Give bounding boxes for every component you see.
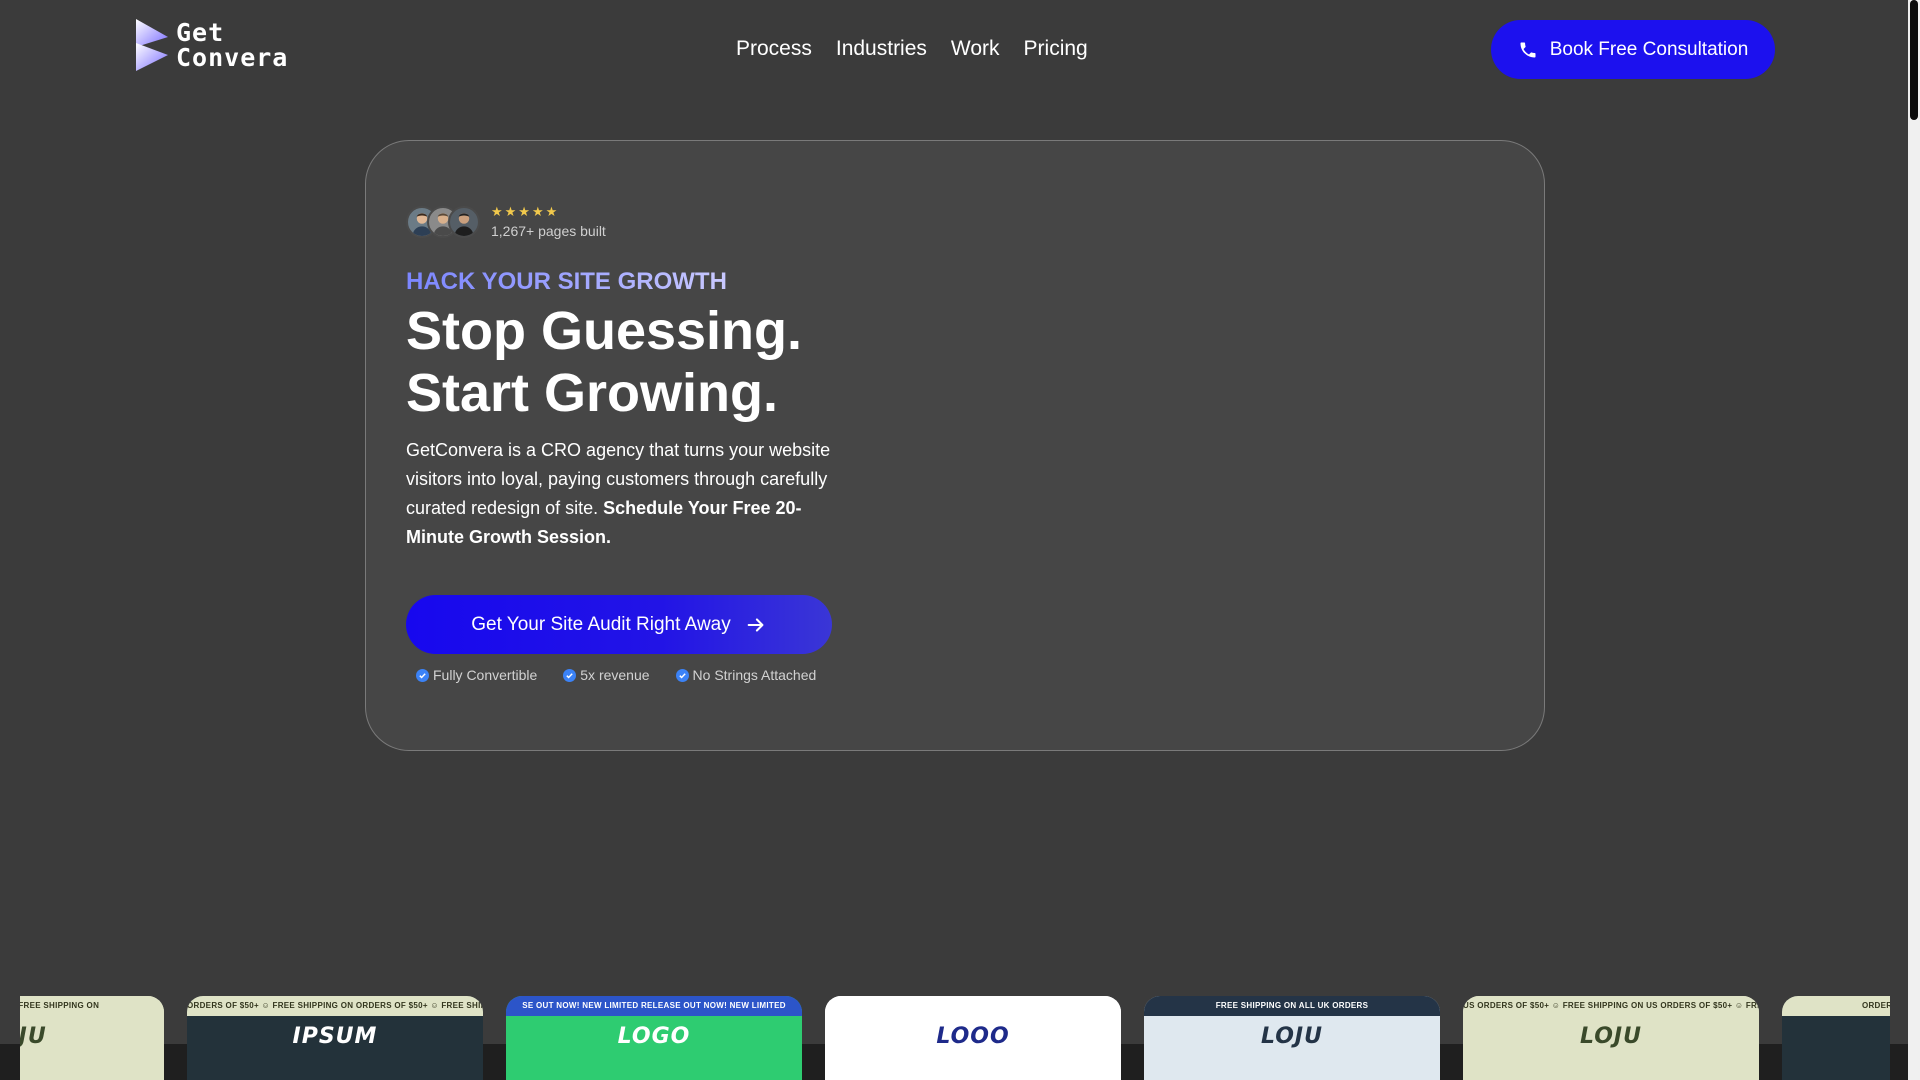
scrollbar-thumb[interactable] bbox=[1910, 0, 1918, 120]
hero-eyebrow: HACK YOUR SITE GROWTH bbox=[406, 268, 727, 295]
portfolio-thumbnail[interactable]: LOOO bbox=[825, 996, 1121, 1080]
nav-industries[interactable]: Industries bbox=[836, 36, 927, 62]
arrow-right-icon bbox=[747, 617, 764, 632]
main-nav: Process Industries Work Pricing bbox=[736, 36, 1088, 62]
nav-work[interactable]: Work bbox=[951, 36, 1000, 62]
benefit-label: No Strings Attached bbox=[692, 667, 817, 683]
site-audit-label: Get Your Site Audit Right Away bbox=[471, 613, 731, 635]
thumbnail-ticker: FREE SHIPPING ON ALL UK ORDERS bbox=[1144, 996, 1440, 1016]
logo-play-icon bbox=[136, 19, 168, 71]
thumbnail-body: LOOO bbox=[825, 1016, 1121, 1080]
portfolio-thumbnail[interactable]: ORDERS OF $50+ ☺ FREE SHIPPL bbox=[1782, 996, 1890, 1080]
social-proof: ★★★★★ 1,267+ pages built bbox=[406, 204, 606, 240]
benefit-item: Fully Convertible bbox=[416, 667, 537, 683]
portfolio-thumbnail[interactable]: SE OUT NOW! NEW LIMITED RELEASE OUT NOW!… bbox=[506, 996, 802, 1080]
avatar bbox=[448, 206, 480, 238]
check-icon bbox=[675, 668, 689, 682]
thumbnail-brand: LOOO bbox=[936, 1024, 1010, 1049]
thumbnail-body: LOJU bbox=[1463, 1016, 1759, 1080]
headline-line-1: Stop Guessing. bbox=[406, 301, 803, 361]
thumbnail-body: IPSUM bbox=[187, 1016, 483, 1080]
thumbnail-ticker: US ORDERS OF $50+ ☺ FREE SHIPPING ON US … bbox=[1463, 996, 1759, 1016]
benefit-item: 5x revenue bbox=[563, 667, 650, 683]
benefit-list: Fully Convertible 5x revenue No Strings … bbox=[416, 667, 816, 683]
benefit-label: Fully Convertible bbox=[433, 667, 538, 683]
thumbnail-brand: LOGO bbox=[617, 1024, 691, 1049]
thumbnail-ticker: ORDERS OF $50+ ☺ FREE SHIPPING ON ORDERS… bbox=[187, 996, 483, 1016]
thumbnail-ticker bbox=[825, 996, 1121, 1016]
benefit-item: No Strings Attached bbox=[675, 667, 817, 683]
logo-wordmark: Get Convera bbox=[176, 20, 288, 70]
nav-process[interactable]: Process bbox=[736, 36, 812, 62]
nav-pricing[interactable]: Pricing bbox=[1024, 36, 1088, 62]
scrollbar[interactable] bbox=[1908, 0, 1920, 1080]
proof-text: ★★★★★ 1,267+ pages built bbox=[491, 204, 606, 240]
book-consultation-label: Book Free Consultation bbox=[1549, 38, 1749, 60]
hero-headline: Stop Guessing. Start Growing. bbox=[406, 300, 802, 424]
portfolio-thumbnail[interactable]: US ORDERS OF $50+ ☺ FREE SHIPPING ON US … bbox=[1463, 996, 1759, 1080]
portfolio-thumbnail[interactable]: ORDERS OF $50+ ☺ FREE SHIPPING ON ORDERS… bbox=[187, 996, 483, 1080]
logo-line-2: Convera bbox=[176, 43, 289, 72]
hero-description: GetConvera is a CRO agency that turns yo… bbox=[406, 436, 844, 552]
thumbnail-brand: LOJU bbox=[1580, 1024, 1642, 1049]
thumbnail-brand: LOJU bbox=[1261, 1024, 1323, 1049]
benefit-label: 5x revenue bbox=[580, 667, 650, 683]
thumbnail-ticker: ORDERS OF $50+ ☺ FREE SHIPP bbox=[1782, 996, 1890, 1016]
star-rating: ★★★★★ bbox=[491, 204, 560, 219]
thumbnail-body: LIJJU bbox=[20, 1016, 164, 1080]
thumbnail-brand: LIJJU bbox=[20, 1024, 47, 1049]
site-header: Get Convera Process Industries Work Pric… bbox=[0, 0, 1908, 98]
logo-line-1: Get bbox=[176, 18, 225, 47]
phone-icon bbox=[1520, 42, 1536, 57]
thumbnail-ticker: ORDERS OF $50+ ☺ FREE SHIPPING ON bbox=[20, 996, 164, 1016]
thumbnail-body: LOJU bbox=[1144, 1016, 1440, 1080]
portfolio-thumbnail[interactable]: ORDERS OF $50+ ☺ FREE SHIPPING ON LIJJU bbox=[20, 996, 164, 1080]
headline-line-2: Start Growing. bbox=[406, 363, 779, 423]
check-icon bbox=[563, 668, 577, 682]
thumbnail-ticker: SE OUT NOW! NEW LIMITED RELEASE OUT NOW!… bbox=[506, 996, 802, 1016]
portfolio-thumbnail[interactable]: FREE SHIPPING ON ALL UK ORDERS LOJU bbox=[1144, 996, 1440, 1080]
thumbnail-body: LOGO bbox=[506, 1016, 802, 1080]
check-icon bbox=[416, 668, 429, 682]
site-audit-button[interactable]: Get Your Site Audit Right Away bbox=[406, 595, 832, 654]
portfolio-gallery: ORDERS OF $50+ ☺ FREE SHIPPING ONLIJJUOR… bbox=[20, 996, 1890, 1080]
thumbnail-body: L bbox=[1782, 1016, 1890, 1080]
logo[interactable]: Get Convera bbox=[134, 16, 324, 74]
pages-built-label: 1,267+ pages built bbox=[491, 223, 606, 239]
thumbnail-brand: IPSUM bbox=[292, 1024, 378, 1049]
avatar-group bbox=[406, 206, 480, 238]
book-consultation-button[interactable]: Book Free Consultation bbox=[1491, 20, 1775, 79]
